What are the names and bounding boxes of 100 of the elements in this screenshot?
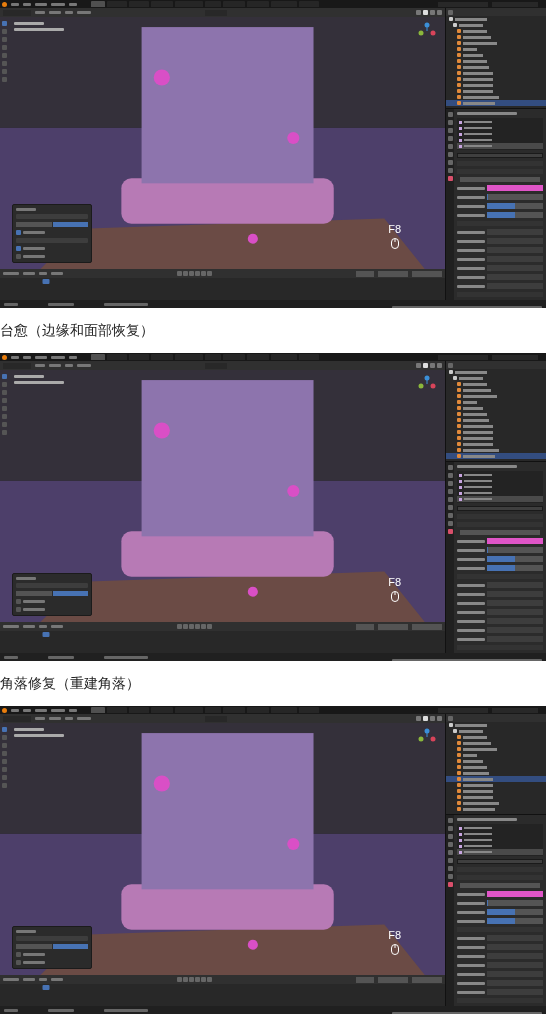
workspace-tab[interactable] bbox=[175, 1, 203, 7]
slider-track[interactable] bbox=[487, 212, 543, 219]
toggle-option[interactable] bbox=[16, 222, 52, 227]
tombstone-scene-drawing[interactable] bbox=[0, 723, 445, 975]
search-icon[interactable] bbox=[448, 9, 453, 15]
material-slot[interactable] bbox=[457, 143, 543, 149]
toggle-option[interactable] bbox=[16, 944, 52, 949]
material-slot[interactable] bbox=[457, 496, 543, 502]
tombstone-scene-drawing[interactable] bbox=[0, 17, 445, 269]
start-frame-field[interactable] bbox=[378, 270, 408, 277]
workspace-tab[interactable] bbox=[129, 707, 149, 713]
search-icon[interactable] bbox=[448, 362, 453, 368]
frame-field[interactable] bbox=[356, 623, 374, 630]
menu-item[interactable] bbox=[35, 2, 47, 6]
menu-item[interactable] bbox=[51, 355, 65, 359]
workspace-tab[interactable] bbox=[299, 707, 319, 713]
workspace-tab[interactable] bbox=[299, 1, 319, 7]
orientation-dropdown[interactable] bbox=[205, 715, 227, 722]
workspace-tab[interactable] bbox=[223, 707, 245, 713]
checkbox[interactable] bbox=[16, 254, 21, 259]
checkbox[interactable] bbox=[16, 246, 21, 251]
slider-track[interactable] bbox=[487, 909, 543, 916]
workspace-tab[interactable] bbox=[205, 1, 221, 7]
workspace-tab[interactable] bbox=[271, 1, 297, 7]
view-layer-field[interactable] bbox=[492, 707, 538, 713]
workspace-tab[interactable] bbox=[223, 354, 245, 360]
slider-track[interactable] bbox=[487, 203, 543, 210]
workspace-tab[interactable] bbox=[247, 1, 269, 7]
app-logo-icon[interactable] bbox=[2, 354, 7, 360]
toggle-option[interactable] bbox=[52, 222, 88, 227]
app-logo-icon[interactable] bbox=[2, 1, 7, 7]
workspace-tab[interactable] bbox=[271, 354, 297, 360]
slider-track[interactable] bbox=[487, 556, 543, 563]
workspace-tab[interactable] bbox=[271, 707, 297, 713]
menu-item[interactable] bbox=[35, 708, 47, 712]
workspace-tab[interactable] bbox=[107, 354, 127, 360]
material-field[interactable] bbox=[457, 859, 543, 865]
use-nodes-button[interactable] bbox=[460, 177, 540, 183]
scene-field[interactable] bbox=[438, 354, 488, 360]
material-field[interactable] bbox=[457, 153, 543, 159]
orientation-dropdown[interactable] bbox=[205, 9, 227, 16]
frame-field[interactable] bbox=[356, 976, 374, 983]
material-slot[interactable] bbox=[457, 849, 543, 855]
workspace-tab[interactable] bbox=[91, 707, 105, 713]
slider-track[interactable] bbox=[487, 565, 543, 572]
checkbox[interactable] bbox=[16, 952, 21, 957]
workspace-tab[interactable] bbox=[129, 354, 149, 360]
workspace-tab[interactable] bbox=[107, 1, 127, 7]
workspace-tab[interactable] bbox=[175, 354, 203, 360]
slider-track[interactable] bbox=[487, 194, 543, 201]
toggle-option[interactable] bbox=[52, 591, 88, 596]
workspace-tab[interactable] bbox=[151, 1, 173, 7]
scene-field[interactable] bbox=[438, 1, 488, 7]
slider-track[interactable] bbox=[487, 547, 543, 554]
end-frame-field[interactable] bbox=[412, 976, 442, 983]
workspace-tab[interactable] bbox=[247, 707, 269, 713]
app-logo-icon[interactable] bbox=[2, 707, 7, 713]
playhead[interactable] bbox=[42, 279, 50, 284]
workspace-tab[interactable] bbox=[205, 354, 221, 360]
workspace-tab[interactable] bbox=[129, 1, 149, 7]
search-icon[interactable] bbox=[448, 715, 453, 721]
workspace-tab[interactable] bbox=[151, 354, 173, 360]
view-layer-field[interactable] bbox=[492, 354, 538, 360]
start-frame-field[interactable] bbox=[378, 976, 408, 983]
toggle-option[interactable] bbox=[16, 591, 52, 596]
view-layer-field[interactable] bbox=[492, 1, 538, 7]
orientation-dropdown[interactable] bbox=[205, 362, 227, 369]
workspace-tab[interactable] bbox=[247, 354, 269, 360]
toggle-option[interactable] bbox=[52, 944, 88, 949]
color-swatch[interactable] bbox=[487, 185, 543, 192]
slider-track[interactable] bbox=[487, 918, 543, 925]
menu-item[interactable] bbox=[51, 708, 65, 712]
end-frame-field[interactable] bbox=[412, 623, 442, 630]
playhead[interactable] bbox=[42, 632, 50, 637]
color-swatch[interactable] bbox=[487, 891, 543, 898]
end-frame-field[interactable] bbox=[412, 270, 442, 277]
use-nodes-button[interactable] bbox=[460, 883, 540, 889]
checkbox[interactable] bbox=[16, 960, 21, 965]
workspace-tab[interactable] bbox=[107, 707, 127, 713]
scene-field[interactable] bbox=[438, 707, 488, 713]
menu-item[interactable] bbox=[51, 2, 65, 6]
workspace-tab[interactable] bbox=[299, 354, 319, 360]
color-swatch[interactable] bbox=[487, 538, 543, 545]
menu-item[interactable] bbox=[35, 355, 47, 359]
workspace-tab[interactable] bbox=[223, 1, 245, 7]
workspace-tab[interactable] bbox=[205, 707, 221, 713]
checkbox[interactable] bbox=[16, 230, 21, 235]
workspace-tab[interactable] bbox=[175, 707, 203, 713]
use-nodes-button[interactable] bbox=[460, 530, 540, 536]
playhead[interactable] bbox=[42, 985, 50, 990]
start-frame-field[interactable] bbox=[378, 623, 408, 630]
workspace-tab[interactable] bbox=[91, 354, 105, 360]
workspace-tab[interactable] bbox=[91, 1, 105, 7]
tombstone-scene-drawing[interactable] bbox=[0, 370, 445, 622]
frame-field[interactable] bbox=[356, 270, 374, 277]
checkbox[interactable] bbox=[16, 599, 21, 604]
slider-track[interactable] bbox=[487, 900, 543, 907]
workspace-tab[interactable] bbox=[151, 707, 173, 713]
material-field[interactable] bbox=[457, 506, 543, 512]
checkbox[interactable] bbox=[16, 607, 21, 612]
